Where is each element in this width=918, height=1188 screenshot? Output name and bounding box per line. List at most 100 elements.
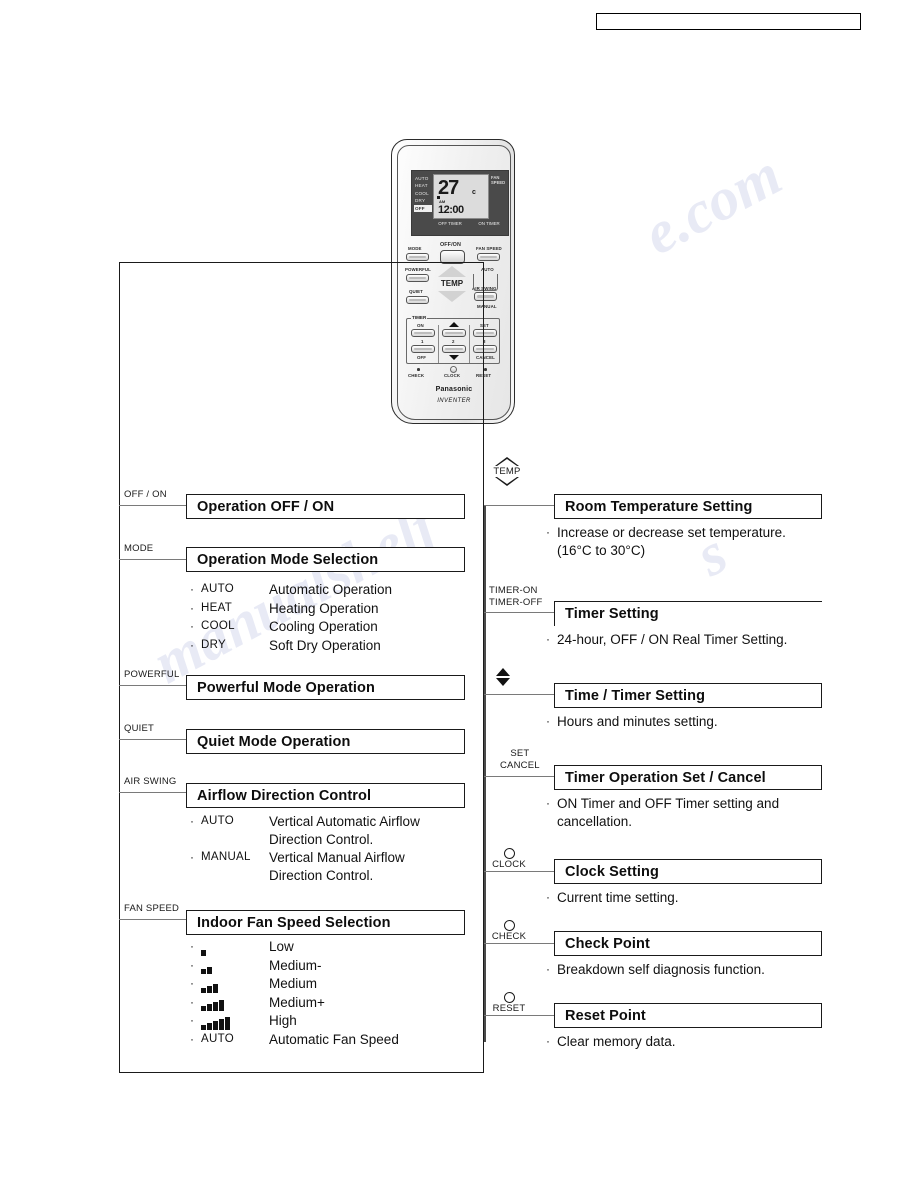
side-label-quiet: QUIET [124, 723, 155, 734]
icon-caption-temp: TEMP [493, 466, 521, 477]
side-label-fan-speed: FAN SPEED [124, 903, 180, 914]
connector-fan-speed [119, 919, 186, 921]
list-reset-point: · Clear memory data. [546, 1033, 846, 1052]
off-on-button-label: OFF/ON [440, 242, 461, 248]
lcd-timer-row: OFF TIMER ON TIMER [430, 221, 508, 227]
lcd-mode-heat: HEAT [415, 183, 428, 189]
list-item: · Medium [190, 976, 318, 993]
title-box-clock-setting: Clock Setting [554, 859, 822, 884]
list-clock-setting: · Current time setting. [546, 889, 846, 908]
fan-bars-2-icon [201, 957, 269, 974]
connector-time-timer [484, 694, 554, 696]
fan-bars-1-icon [201, 938, 269, 956]
list-item: · AUTO Automatic Operation [190, 582, 393, 597]
list-item: · Hours and minutes setting. [546, 714, 718, 729]
header-box [596, 13, 861, 30]
lcd-mode-list: AUTO HEAT COOL DRY OFF [414, 175, 432, 213]
connector-reset-point [484, 1015, 554, 1017]
side-label-mode: MODE [124, 543, 154, 554]
connector-powerful [119, 685, 186, 687]
list-item: · AUTO Vertical Automatic Airflow Directio… [190, 814, 420, 847]
connector-off-on [119, 505, 186, 507]
title-box-room-temperature-setting: Room Temperature Setting [554, 494, 822, 519]
lcd-mode-cool: COOL [415, 190, 429, 196]
side-label-off-on: OFF / ON [124, 489, 167, 500]
icon-caption-check: CHECK [491, 931, 527, 942]
list-item: · COOL Cooling Operation [190, 619, 378, 634]
connector-check-point [484, 943, 554, 945]
list-item: · High [190, 1012, 297, 1030]
list-fan-speeds: · Low · Medium- · Medium · Medium+ · Hig… [190, 938, 480, 1049]
title-box-time-timer-setting: Time / Timer Setting [554, 683, 822, 708]
lcd-clock-value: 12:00 [438, 204, 464, 216]
list-item: · ON Timer and OFF Timer setting and canc… [546, 796, 780, 829]
list-room-temperature: · Increase or decrease set temperature.(… [546, 524, 846, 560]
title-box-indoor-fan-speed: Indoor Fan Speed Selection [186, 910, 465, 935]
list-item: · Clear memory data. [546, 1034, 676, 1049]
title-box-reset-point: Reset Point [554, 1003, 822, 1028]
side-label-powerful: POWERFUL [124, 669, 180, 680]
list-time-timer: · Hours and minutes setting. [546, 713, 846, 732]
list-item: · MANUAL Vertical Manual Airflow Direction… [190, 850, 405, 883]
page-root: e.com s manualshelf AUTO HEAT COOL DRY O… [0, 0, 918, 1188]
side-label-air-swing: AIR SWING [124, 776, 177, 787]
title-box-powerful-mode: Powerful Mode Operation [186, 675, 465, 700]
icon-caption-clock: CLOCK [492, 859, 526, 870]
check-button-icon: CHECK [489, 920, 529, 942]
list-timer-set-cancel: · ON Timer and OFF Timer setting and canc… [546, 795, 846, 831]
list-item: · Medium- [190, 957, 322, 974]
icon-caption-timer-on-off: TIMER-ON TIMER-OFF [489, 585, 543, 608]
connector-mode [119, 559, 186, 561]
title-box-airflow-direction: Airflow Direction Control [186, 783, 465, 808]
connector-timer-set-cancel [484, 776, 554, 778]
lcd-mode-dry: DRY [415, 198, 426, 204]
list-timer-setting: · 24-hour, OFF / ON Real Timer Setting. [546, 631, 856, 650]
fan-bars-4-icon [201, 994, 269, 1011]
list-item: · Low [190, 938, 294, 956]
lcd-temperature-unit: c [472, 189, 476, 196]
lcd-screen: 27 c AM 12:00 [433, 174, 489, 219]
up-down-arrows-icon [492, 668, 514, 686]
connector-room-temperature [484, 505, 554, 507]
list-item: · AUTO Automatic Fan Speed [190, 1031, 399, 1047]
right-column-spine [484, 505, 486, 1042]
connector-air-swing [119, 792, 186, 794]
list-airflow-modes: · AUTO Vertical Automatic Airflow Directio… [190, 813, 480, 885]
list-item: · Increase or decrease set temperature.(… [546, 525, 786, 558]
list-item: · 24-hour, OFF / ON Real Timer Setting. [546, 632, 788, 647]
fan-bars-5-icon [201, 1012, 269, 1030]
fan-speed-button[interactable] [477, 253, 500, 261]
reset-dot-icon[interactable] [484, 368, 487, 371]
lcd-mode-off-selected: OFF [414, 204, 432, 213]
lcd-off-timer-label: OFF TIMER [438, 221, 462, 226]
connector-timer-setting [484, 612, 554, 614]
connector-quiet [119, 739, 186, 741]
icon-caption-reset: RESET [492, 1003, 526, 1014]
list-item: · Current time setting. [546, 890, 679, 905]
mode-button-label: MODE [408, 246, 422, 251]
watermark: e.com [632, 140, 792, 268]
title-box-check-point: Check Point [554, 931, 822, 956]
lcd-frame: AUTO HEAT COOL DRY OFF AUTO FAN SPEED 27… [411, 170, 509, 236]
title-box-quiet-mode: Quiet Mode Operation [186, 729, 465, 754]
icon-caption-set-cancel: SET CANCEL [500, 748, 540, 771]
clock-button-icon: CLOCK [489, 848, 529, 870]
fan-speed-button-label: FAN SPEED [476, 246, 502, 251]
list-item: · Medium+ [190, 994, 325, 1011]
list-item: · Breakdown self diagnosis function. [546, 962, 765, 977]
title-box-operation-off-on: Operation OFF / ON [186, 494, 465, 519]
title-box-timer-setting: Timer Setting [554, 601, 822, 626]
temp-up-down-icon: TEMP [487, 457, 527, 486]
lcd-on-timer-label: ON TIMER [478, 221, 500, 226]
list-check-point: · Breakdown self diagnosis function. [546, 961, 856, 980]
lcd-mode-auto: AUTO [415, 176, 429, 181]
mode-button[interactable] [406, 253, 429, 261]
connector-clock-setting [484, 871, 554, 873]
lcd-temperature-value: 27 [438, 177, 459, 199]
lcd-fan-speed-indicator: FAN SPEED [491, 175, 506, 186]
title-box-timer-operation-set-cancel: Timer Operation Set / Cancel [554, 765, 822, 790]
list-item: · HEAT Heating Operation [190, 600, 379, 616]
list-item: · DRY Soft Dry Operation [190, 637, 381, 653]
reset-button-icon: RESET [489, 992, 529, 1014]
list-operation-modes: · AUTO Automatic Operation · HEAT Heating Op… [190, 581, 470, 655]
